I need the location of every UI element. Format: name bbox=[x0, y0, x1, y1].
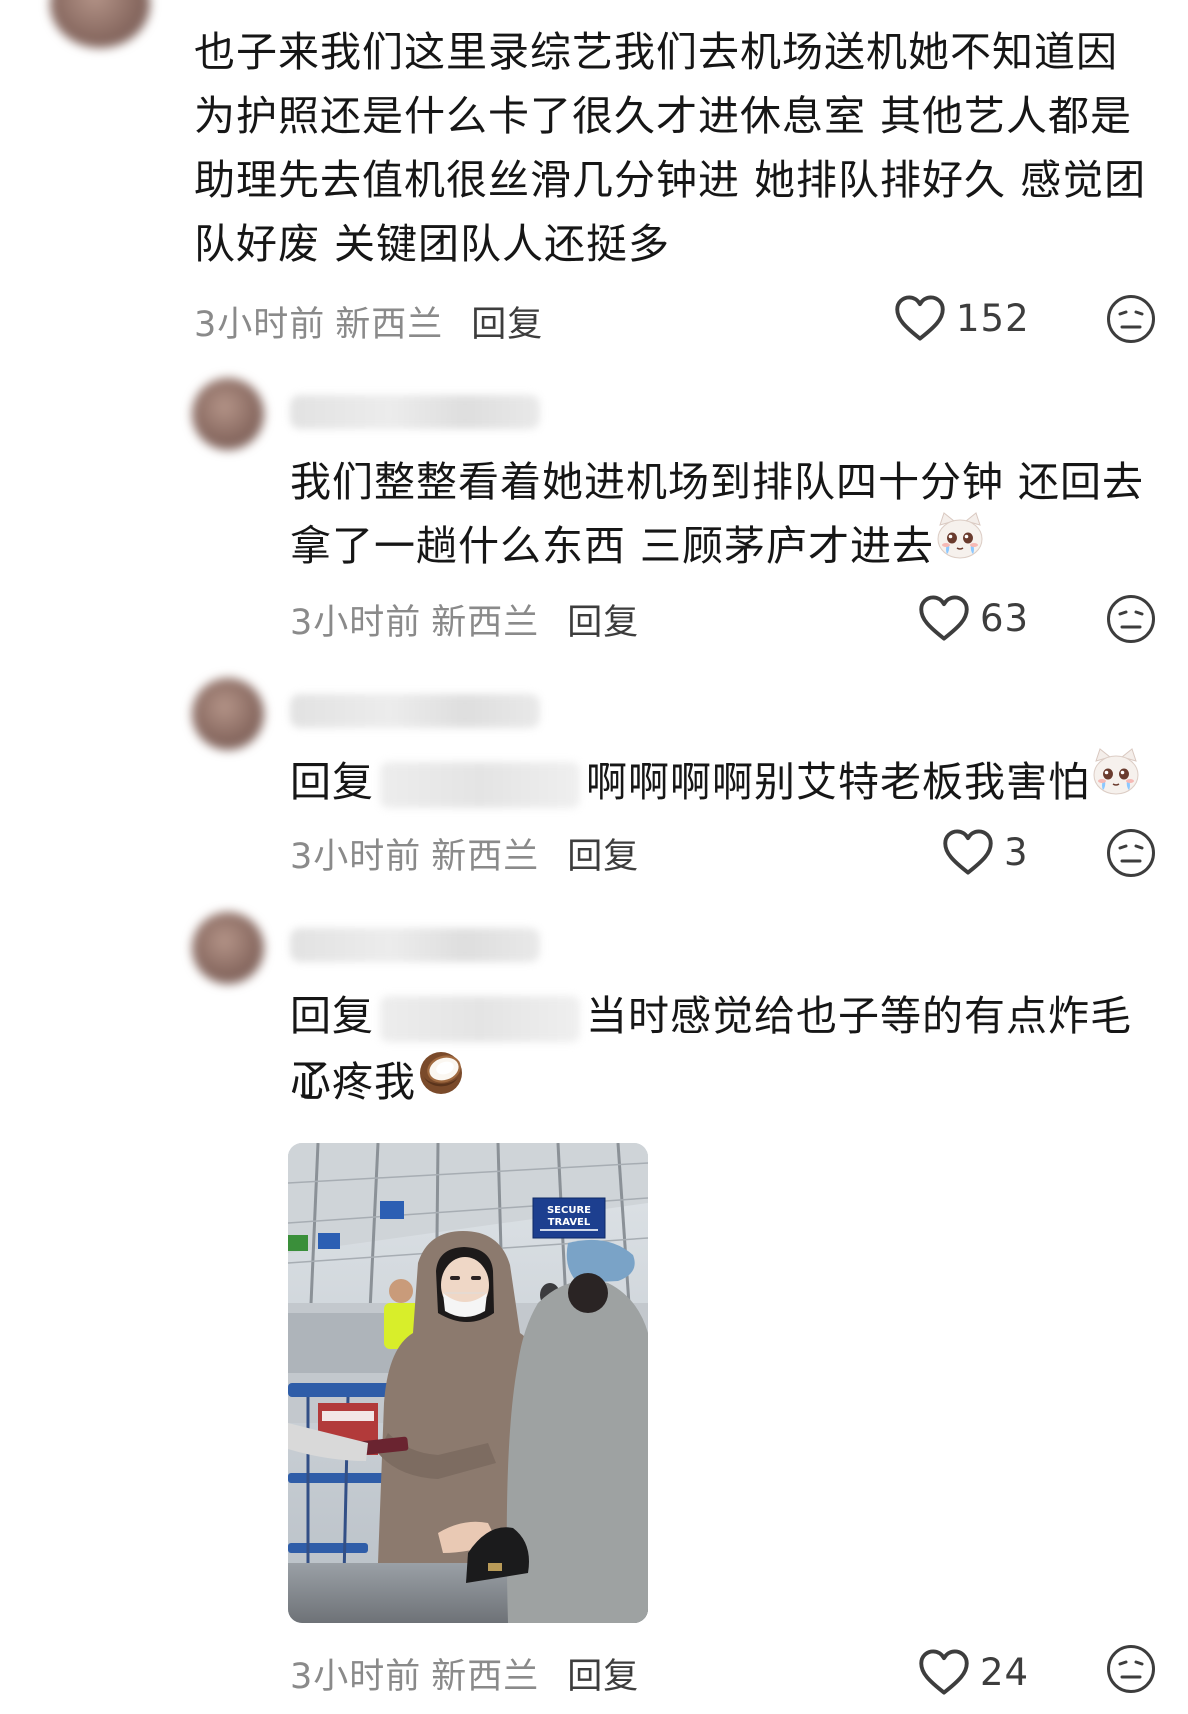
comment-location: 新西兰 bbox=[335, 305, 444, 345]
comment-text: 回复 啊啊啊啊别艾特老板我害怕 bbox=[290, 747, 1170, 819]
comment-meta: 3小时前 新西兰 回复 bbox=[290, 1648, 639, 1699]
avatar[interactable] bbox=[192, 378, 264, 450]
crying-cat-emoji bbox=[1090, 747, 1142, 815]
comment-location: 新西兰 bbox=[431, 1657, 540, 1697]
like-count: 63 bbox=[980, 596, 1030, 640]
like-count: 24 bbox=[980, 1650, 1030, 1694]
comment-time: 3小时前 bbox=[194, 305, 326, 345]
heart-icon bbox=[919, 595, 969, 641]
comment-location: 新西兰 bbox=[431, 603, 540, 643]
dislike-icon[interactable] bbox=[1106, 1644, 1156, 1694]
like-button[interactable]: 63 bbox=[918, 594, 1029, 642]
comment-text: 我们整整看着她进机场到排队四十分钟 还回去拿了一趟什么东西 三顾茅庐才进去 bbox=[290, 450, 1150, 583]
username[interactable] bbox=[290, 928, 540, 962]
dislike-icon[interactable] bbox=[1106, 294, 1156, 344]
like-button[interactable]: 152 bbox=[894, 294, 1030, 342]
reply-button[interactable]: 回复 bbox=[567, 837, 639, 877]
username[interactable] bbox=[290, 694, 540, 728]
heart-icon bbox=[895, 295, 945, 341]
comment-location: 新西兰 bbox=[431, 837, 540, 877]
avatar[interactable] bbox=[50, 0, 150, 48]
like-button[interactable]: 3 bbox=[942, 828, 1029, 876]
sign-line2: TRAVEL bbox=[548, 1217, 591, 1228]
dislike-icon[interactable] bbox=[1106, 594, 1156, 644]
like-button[interactable]: 24 bbox=[918, 1648, 1029, 1696]
coconut-emoji bbox=[416, 1047, 466, 1115]
mention-username[interactable] bbox=[380, 996, 580, 1042]
comment-time: 3小时前 bbox=[290, 837, 422, 877]
airport-photo[interactable]: SECURE TRAVEL bbox=[288, 1143, 648, 1623]
comment-text: 也子来我们这里录综艺我们去机场送机她不知道因为护照还是什么卡了很久才进休息室 其… bbox=[194, 28, 1147, 268]
reply-button[interactable]: 回复 bbox=[567, 1657, 639, 1697]
reply-button[interactable]: 回复 bbox=[471, 305, 543, 345]
mention-username[interactable] bbox=[380, 762, 580, 808]
username[interactable] bbox=[290, 395, 540, 429]
comment-text-line2: 心疼我 bbox=[290, 1050, 1170, 1119]
comment-meta: 3小时前 新西兰 回复 bbox=[290, 594, 639, 645]
dislike-icon[interactable] bbox=[1106, 828, 1156, 878]
reply-prefix: 回复 bbox=[290, 992, 374, 1040]
airport-photo-illustration: SECURE TRAVEL bbox=[288, 1143, 648, 1623]
heart-icon bbox=[943, 829, 993, 875]
reply-prefix: 回复 bbox=[290, 758, 374, 806]
heart-icon bbox=[919, 1649, 969, 1695]
like-count: 152 bbox=[956, 296, 1030, 340]
comment-time: 3小时前 bbox=[290, 1657, 422, 1697]
comment-meta: 3小时前 新西兰 回复 bbox=[290, 828, 639, 879]
avatar[interactable] bbox=[192, 912, 264, 984]
reply-button[interactable]: 回复 bbox=[567, 603, 639, 643]
sign-line1: SECURE bbox=[547, 1205, 591, 1216]
crying-cat-emoji bbox=[934, 511, 986, 579]
avatar[interactable] bbox=[192, 678, 264, 750]
comment-time: 3小时前 bbox=[290, 603, 422, 643]
like-count: 3 bbox=[1004, 830, 1029, 874]
comment-meta: 3小时前 新西兰 回复 bbox=[194, 296, 543, 347]
